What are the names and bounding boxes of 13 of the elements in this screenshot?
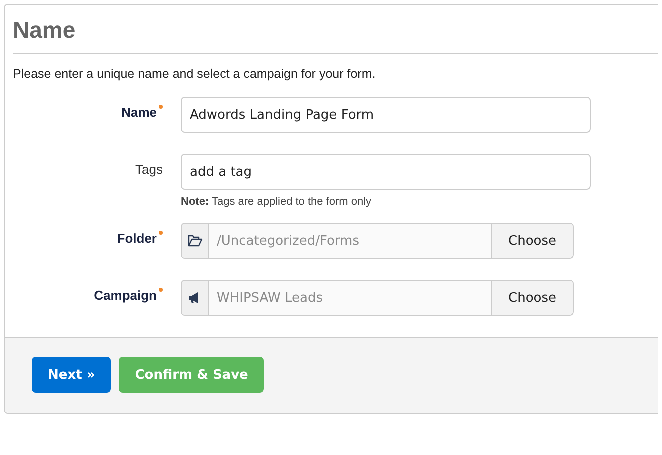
- text-field[interactable]: add a tag: [181, 154, 591, 190]
- field-label: Tags: [136, 162, 163, 177]
- field-label: Name: [122, 105, 157, 120]
- text-field[interactable]: Adwords Landing Page Form: [181, 97, 591, 133]
- required-mark: [159, 288, 163, 292]
- field-label: Folder: [117, 231, 157, 246]
- next-button[interactable]: Next »: [32, 357, 112, 393]
- field-label: Campaign: [94, 288, 157, 303]
- required-mark: [159, 105, 163, 109]
- intro-text: Please enter a unique name and select a campaign for your form.: [13, 67, 377, 81]
- field-note: Note: Tags are applied to the form only: [181, 196, 373, 208]
- panel-title: Name: [13, 16, 77, 45]
- required-mark: [159, 231, 163, 235]
